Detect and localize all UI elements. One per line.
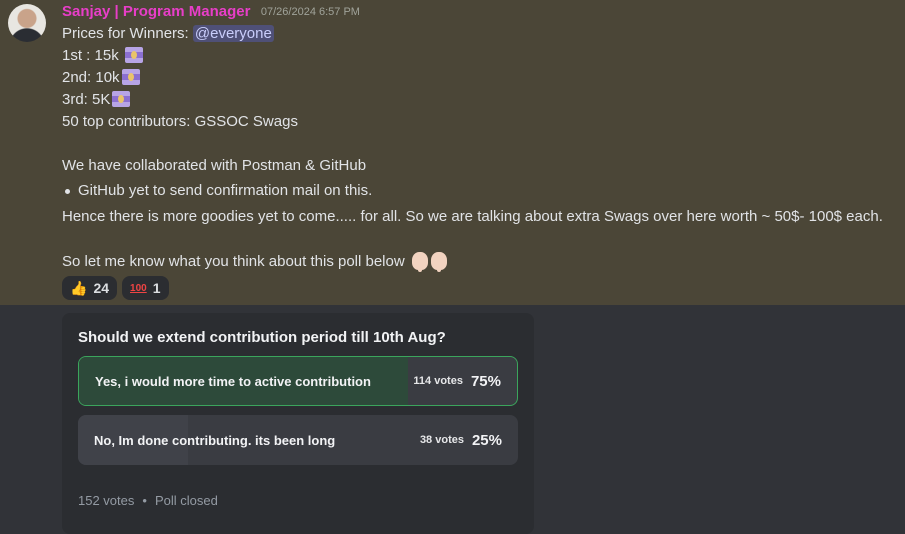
point-down-icon <box>411 252 428 272</box>
reaction-count: 1 <box>152 280 161 296</box>
collab-text: We have collaborated with Postman & GitH… <box>62 157 367 174</box>
hundred-points-icon: 100 <box>130 282 147 294</box>
poll-answer-no[interactable]: No, Im done contributing. its been long … <box>78 415 518 465</box>
money-with-wings-icon <box>124 47 143 63</box>
separator-dot: • <box>142 493 147 508</box>
poll-footer: 152 votes • Poll closed <box>78 493 218 508</box>
poll-card: Should we extend contribution period til… <box>62 313 534 534</box>
author-name[interactable]: Sanjay | Program Manager <box>62 3 250 20</box>
poll-intro-text: So let me know what you think about this… <box>62 253 405 270</box>
poll-answer-percent: 25% <box>471 431 502 449</box>
prize-third-text: 3rd: 5K <box>62 91 111 108</box>
reactions-bar: 👍 24 100 1 <box>62 276 169 300</box>
everyone-mention[interactable]: @everyone <box>192 25 274 42</box>
poll-answer-yes[interactable]: Yes, i would more time to active contrib… <box>78 356 518 406</box>
poll-status: Poll closed <box>154 493 218 508</box>
poll-total-votes[interactable]: 152 votes <box>78 493 134 508</box>
avatar[interactable] <box>8 4 46 42</box>
goodies-text: Hence there is more goodies yet to come.… <box>62 208 883 225</box>
poll-question: Should we extend contribution period til… <box>78 329 446 346</box>
reaction-hundred[interactable]: 100 1 <box>122 276 169 300</box>
message-timestamp: 07/26/2024 6:57 PM <box>260 6 360 18</box>
prize-heading-text: Prices for Winners: <box>62 25 193 42</box>
message-header: Sanjay | Program Manager 07/26/2024 6:57… <box>62 3 360 21</box>
point-down-icon <box>430 252 447 272</box>
prize-first: 1st : 15k <box>62 45 883 67</box>
poll-answer-label: No, Im done contributing. its been long <box>94 432 336 448</box>
prize-second: 2nd: 10k <box>62 67 883 89</box>
poll-answer-votes: 38 votes <box>419 434 464 446</box>
thumbs-up-icon: 👍 <box>70 279 88 296</box>
prize-heading: Prices for Winners: @everyone <box>62 23 883 45</box>
reaction-count: 24 <box>93 280 110 296</box>
poll-answer-stats: 38 votes 25% <box>420 415 502 465</box>
poll-answer-label: Yes, i would more time to active contrib… <box>95 373 371 389</box>
prize-top-contributors: 50 top contributors: GSSOC Swags <box>62 113 298 130</box>
bullet-item: GitHub yet to send confirmation mail on … <box>62 180 883 202</box>
prize-third: 3rd: 5K <box>62 89 883 111</box>
poll-intro: So let me know what you think about this… <box>62 251 883 273</box>
highlighted-message: Sanjay | Program Manager 07/26/2024 6:57… <box>0 0 905 305</box>
poll-answer-votes: 114 votes <box>413 375 463 387</box>
poll-answer-stats: 114 votes 75% <box>413 357 501 405</box>
poll-answer-percent: 75% <box>470 372 501 390</box>
money-with-wings-icon <box>121 69 140 85</box>
message-content: Prices for Winners: @everyone 1st : 15k … <box>62 23 883 273</box>
prize-second-text: 2nd: 10k <box>62 69 120 86</box>
reaction-thumbs-up[interactable]: 👍 24 <box>62 276 118 300</box>
prize-first-text: 1st : 15k <box>62 47 119 64</box>
money-with-wings-icon <box>112 91 131 107</box>
bullet-text: GitHub yet to send confirmation mail on … <box>78 182 373 199</box>
